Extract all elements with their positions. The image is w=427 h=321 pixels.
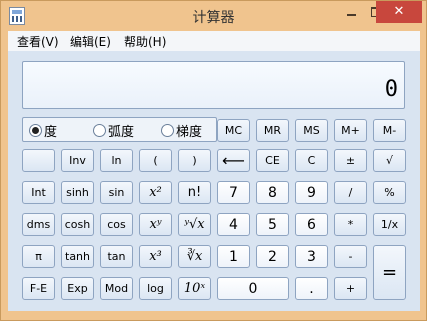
blank-button[interactable] (22, 149, 55, 172)
minimize-icon (346, 13, 356, 16)
mode-gradians[interactable]: 梯度 (161, 121, 202, 140)
mode-gradians-label: 梯度 (176, 125, 203, 140)
dms-button[interactable]: dms (22, 213, 55, 236)
calculator-window: 计算器 ✕ 查看(V) 编辑(E) 帮助(H) 0 度 弧度 梯度 MC MR … (0, 0, 427, 321)
radio-gradians[interactable] (161, 124, 174, 137)
digit-8-button[interactable]: 8 (256, 181, 289, 204)
ten-power-x-button[interactable]: 10ˣ (178, 277, 211, 300)
display-value: 0 (384, 77, 398, 102)
sinh-button[interactable]: sinh (61, 181, 94, 204)
tanh-button[interactable]: tanh (61, 245, 94, 268)
pi-button[interactable]: π (22, 245, 55, 268)
mode-radians[interactable]: 弧度 (93, 121, 134, 140)
c-button[interactable]: C (295, 149, 328, 172)
equals-button[interactable]: = (373, 245, 406, 300)
menu-edit[interactable]: 编辑(E) (70, 33, 111, 50)
menu-view[interactable]: 查看(V) (17, 33, 59, 50)
log-button[interactable]: log (139, 277, 172, 300)
plus-minus-button[interactable]: ± (334, 149, 367, 172)
exp-button[interactable]: Exp (61, 277, 94, 300)
cosh-button[interactable]: cosh (61, 213, 94, 236)
tan-button[interactable]: tan (100, 245, 133, 268)
mode-degrees-label: 度 (44, 125, 58, 140)
digit-6-button[interactable]: 6 (295, 213, 328, 236)
mr-button[interactable]: MR (256, 119, 289, 142)
result-display: 0 (22, 61, 405, 109)
digit-0-button[interactable]: 0 (217, 277, 289, 300)
int-button[interactable]: Int (22, 181, 55, 204)
digit-2-button[interactable]: 2 (256, 245, 289, 268)
right-paren-button[interactable]: ) (178, 149, 211, 172)
x-squared-button[interactable]: x² (139, 181, 172, 204)
digit-5-button[interactable]: 5 (256, 213, 289, 236)
radio-radians[interactable] (93, 124, 106, 137)
backspace-icon: ⟵ (222, 151, 245, 170)
multiply-button[interactable]: * (334, 213, 367, 236)
subtract-button[interactable]: - (334, 245, 367, 268)
ln-button[interactable]: ln (100, 149, 133, 172)
reciprocal-button[interactable]: 1/x (373, 213, 406, 236)
x-power-y-button[interactable]: xʸ (139, 213, 172, 236)
y-root-x-button[interactable]: ʸ√x (178, 213, 211, 236)
decimal-button[interactable]: . (295, 277, 328, 300)
mode-degrees[interactable]: 度 (29, 121, 57, 140)
mod-button[interactable]: Mod (100, 277, 133, 300)
cube-root-button[interactable]: ∛x (178, 245, 211, 268)
mc-button[interactable]: MC (217, 119, 250, 142)
percent-button[interactable]: % (373, 181, 406, 204)
ce-button[interactable]: CE (256, 149, 289, 172)
mode-radians-label: 弧度 (108, 125, 135, 140)
menu-bar: 查看(V) 编辑(E) 帮助(H) (8, 31, 420, 51)
cos-button[interactable]: cos (100, 213, 133, 236)
add-button[interactable]: + (334, 277, 367, 300)
inv-button[interactable]: Inv (61, 149, 94, 172)
close-button[interactable]: ✕ (376, 1, 422, 23)
calculator-body: 0 度 弧度 梯度 MC MR MS M+ M- Inv ln ( ) ⟵ CE… (8, 51, 420, 311)
digit-1-button[interactable]: 1 (217, 245, 250, 268)
menu-help[interactable]: 帮助(H) (124, 33, 166, 50)
divide-button[interactable]: / (334, 181, 367, 204)
digit-9-button[interactable]: 9 (295, 181, 328, 204)
ms-button[interactable]: MS (295, 119, 328, 142)
sqrt-button[interactable]: √ (373, 149, 406, 172)
m-minus-button[interactable]: M- (373, 119, 406, 142)
fe-button[interactable]: F-E (22, 277, 55, 300)
digit-4-button[interactable]: 4 (217, 213, 250, 236)
left-paren-button[interactable]: ( (139, 149, 172, 172)
m-plus-button[interactable]: M+ (334, 119, 367, 142)
digit-7-button[interactable]: 7 (217, 181, 250, 204)
title-bar[interactable]: 计算器 ✕ (1, 1, 426, 31)
angle-mode-group: 度 弧度 梯度 (22, 117, 217, 142)
factorial-button[interactable]: n! (178, 181, 211, 204)
radio-degrees[interactable] (29, 124, 42, 137)
close-icon: ✕ (393, 4, 405, 19)
digit-3-button[interactable]: 3 (295, 245, 328, 268)
backspace-button[interactable]: ⟵ (217, 149, 250, 172)
x-cubed-button[interactable]: x³ (139, 245, 172, 268)
sin-button[interactable]: sin (100, 181, 133, 204)
